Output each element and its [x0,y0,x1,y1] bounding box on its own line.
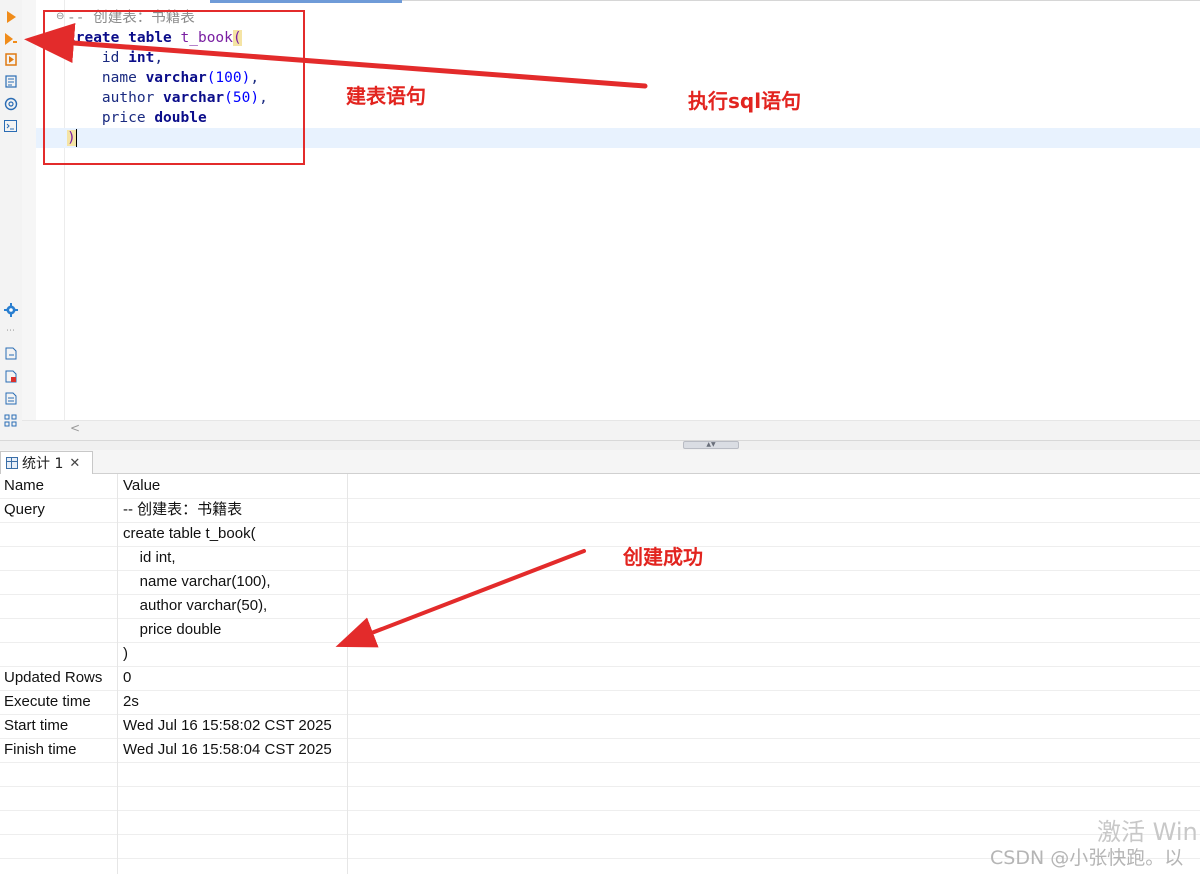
windows-activation-watermark: 激活 Win [1097,818,1198,846]
arrow-to-run-button [24,23,648,89]
csdn-watermark: CSDN @小张快跑。以 [990,847,1184,869]
arrow-to-result [335,549,586,648]
annotation-arrows [24,23,648,648]
